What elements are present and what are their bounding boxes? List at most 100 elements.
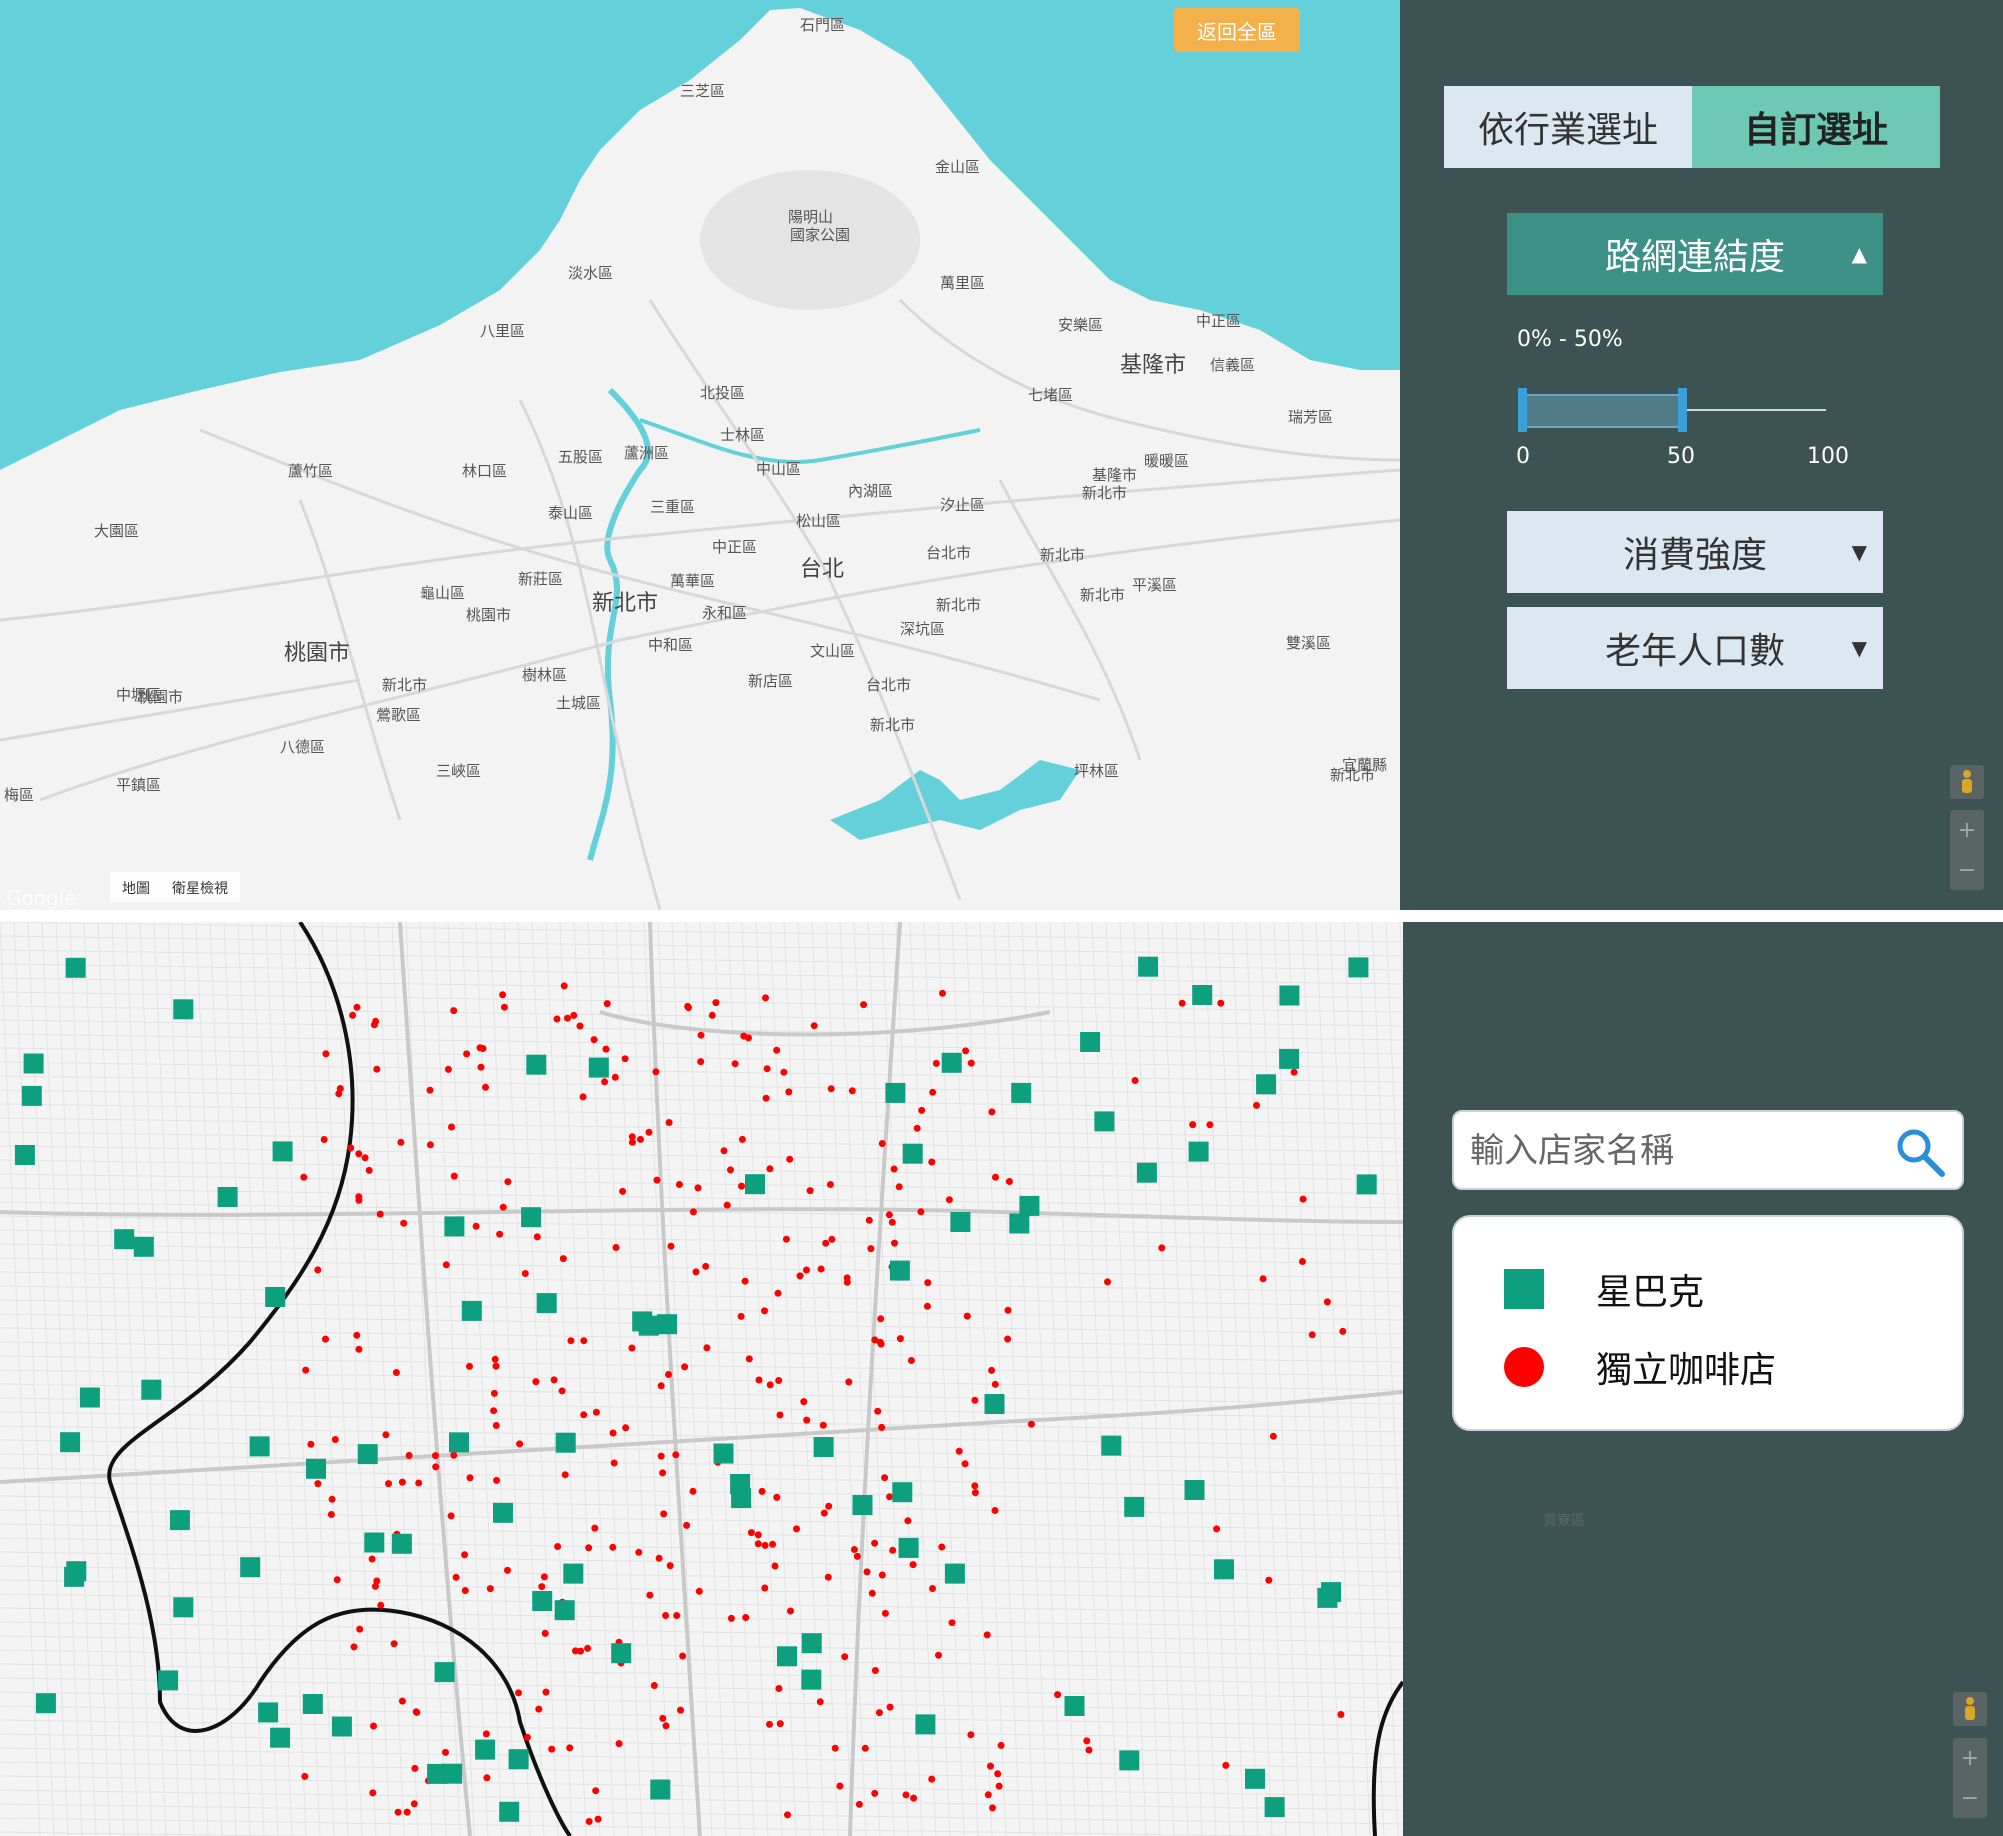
indie-cafe-marker[interactable]: [615, 1740, 623, 1748]
indie-cafe-marker[interactable]: [370, 1722, 377, 1730]
indie-cafe-marker[interactable]: [885, 1211, 893, 1219]
indie-cafe-marker[interactable]: [1083, 1737, 1091, 1745]
indie-cafe-marker[interactable]: [889, 1546, 897, 1554]
indie-cafe-marker[interactable]: [665, 1371, 672, 1378]
indie-cafe-marker[interactable]: [390, 1640, 398, 1648]
indie-cafe-marker[interactable]: [896, 1335, 904, 1343]
starbucks-marker[interactable]: [1245, 1768, 1265, 1789]
indie-cafe-marker[interactable]: [350, 1643, 358, 1651]
indie-cafe-marker[interactable]: [929, 1088, 937, 1096]
indie-cafe-marker[interactable]: [855, 1800, 863, 1808]
indie-cafe-marker[interactable]: [450, 1172, 458, 1180]
zoom-in-button[interactable]: +: [1958, 818, 1976, 843]
indie-cafe-marker[interactable]: [932, 1059, 940, 1067]
indie-cafe-marker[interactable]: [822, 1239, 830, 1247]
indie-cafe-marker[interactable]: [482, 1730, 490, 1738]
indie-cafe-marker[interactable]: [806, 1187, 814, 1195]
indie-cafe-marker[interactable]: [585, 1544, 593, 1552]
indie-cafe-marker[interactable]: [444, 1065, 452, 1073]
indie-cafe-marker[interactable]: [1269, 1432, 1277, 1440]
indie-cafe-marker[interactable]: [560, 982, 568, 990]
indie-cafe-marker[interactable]: [466, 1362, 473, 1370]
starbucks-marker[interactable]: [563, 1563, 584, 1584]
starbucks-marker[interactable]: [889, 1260, 910, 1281]
indie-cafe-marker[interactable]: [766, 1165, 774, 1173]
indie-cafe-marker[interactable]: [850, 1546, 858, 1553]
indie-cafe-marker[interactable]: [1206, 1121, 1214, 1129]
indie-cafe-marker[interactable]: [776, 1720, 784, 1728]
indie-cafe-marker[interactable]: [580, 1411, 588, 1419]
starbucks-marker[interactable]: [364, 1532, 385, 1553]
indie-cafe-marker[interactable]: [377, 1601, 385, 1609]
starbucks-marker[interactable]: [941, 1052, 962, 1073]
indie-cafe-marker[interactable]: [938, 1543, 946, 1551]
indie-cafe-marker[interactable]: [403, 1808, 411, 1816]
indie-cafe-marker[interactable]: [662, 1612, 670, 1619]
indie-cafe-marker[interactable]: [476, 1044, 484, 1052]
indie-cafe-marker[interactable]: [886, 1493, 894, 1501]
indie-cafe-marker[interactable]: [347, 1144, 355, 1152]
indie-cafe-marker[interactable]: [493, 1476, 501, 1484]
indie-cafe-marker[interactable]: [913, 1124, 921, 1132]
indie-cafe-marker[interactable]: [754, 1531, 762, 1539]
indie-cafe-marker[interactable]: [504, 1178, 512, 1186]
starbucks-marker[interactable]: [984, 1394, 1005, 1414]
indie-cafe-marker[interactable]: [333, 1576, 341, 1584]
indie-cafe-marker[interactable]: [895, 1183, 903, 1191]
indie-cafe-marker[interactable]: [602, 1045, 610, 1053]
indie-cafe-marker[interactable]: [902, 1791, 910, 1799]
indie-cafe-marker[interactable]: [353, 1331, 361, 1339]
indie-cafe-marker[interactable]: [646, 1591, 654, 1599]
starbucks-marker[interactable]: [114, 1229, 135, 1250]
indie-cafe-marker[interactable]: [684, 1002, 692, 1010]
indie-cafe-marker[interactable]: [816, 1698, 824, 1706]
starbucks-marker[interactable]: [1356, 1174, 1377, 1195]
indie-cafe-marker[interactable]: [665, 1119, 673, 1126]
indie-cafe-marker[interactable]: [385, 1480, 392, 1488]
indie-cafe-marker[interactable]: [841, 1653, 849, 1661]
indie-cafe-marker[interactable]: [817, 1265, 825, 1273]
starbucks-marker[interactable]: [141, 1379, 162, 1400]
elderly-population-dropdown[interactable]: 老年人口數 ▼: [1507, 607, 1883, 689]
indie-cafe-marker[interactable]: [447, 1512, 455, 1520]
indie-cafe-marker[interactable]: [1189, 1121, 1197, 1129]
indie-cafe-marker[interactable]: [786, 1155, 794, 1163]
indie-cafe-marker[interactable]: [535, 1705, 543, 1713]
indie-cafe-marker[interactable]: [394, 1808, 402, 1816]
zoom-out-button[interactable]: −: [1961, 1786, 1979, 1811]
starbucks-marker[interactable]: [173, 999, 194, 1020]
starbucks-marker[interactable]: [611, 1643, 632, 1664]
indie-cafe-marker[interactable]: [703, 1344, 711, 1352]
indie-cafe-marker[interactable]: [742, 1614, 750, 1621]
starbucks-marker[interactable]: [526, 1054, 547, 1075]
overview-map[interactable]: 石門區 三芝區 金山區 陽明山 國家公園 淡水區 萬里區 八里區 安樂區 中正區 基隆市 信義區 北投區…: [0, 0, 1400, 910]
indie-cafe-marker[interactable]: [382, 1431, 390, 1439]
indie-cafe-marker[interactable]: [307, 1440, 315, 1448]
indie-cafe-marker[interactable]: [472, 1222, 480, 1230]
indie-cafe-marker[interactable]: [878, 1423, 886, 1431]
indie-cafe-marker[interactable]: [662, 1722, 670, 1730]
starbucks-marker[interactable]: [555, 1432, 576, 1453]
indie-cafe-marker[interactable]: [766, 1381, 774, 1389]
indie-cafe-marker[interactable]: [871, 1539, 879, 1547]
indie-cafe-marker[interactable]: [372, 1017, 380, 1025]
indie-cafe-marker[interactable]: [499, 991, 507, 999]
indie-cafe-marker[interactable]: [657, 1382, 665, 1390]
indie-cafe-marker[interactable]: [784, 1811, 791, 1819]
indie-cafe-marker[interactable]: [1290, 1068, 1298, 1076]
starbucks-marker[interactable]: [1188, 1141, 1209, 1162]
starbucks-marker[interactable]: [1019, 1195, 1040, 1216]
starbucks-marker[interactable]: [35, 1693, 56, 1714]
indie-cafe-marker[interactable]: [863, 1568, 871, 1576]
indie-cafe-marker[interactable]: [771, 1562, 779, 1570]
indie-cafe-marker[interactable]: [928, 1775, 936, 1783]
indie-cafe-marker[interactable]: [1131, 1077, 1139, 1084]
indie-cafe-marker[interactable]: [515, 1689, 522, 1697]
indie-cafe-marker[interactable]: [461, 1551, 469, 1559]
indie-cafe-marker[interactable]: [314, 1480, 322, 1488]
indie-cafe-marker[interactable]: [577, 1647, 584, 1655]
indie-cafe-marker[interactable]: [302, 1366, 310, 1374]
indie-cafe-marker[interactable]: [322, 1050, 330, 1058]
slider-min-handle[interactable]: [1518, 388, 1527, 432]
starbucks-marker[interactable]: [1279, 1048, 1300, 1069]
